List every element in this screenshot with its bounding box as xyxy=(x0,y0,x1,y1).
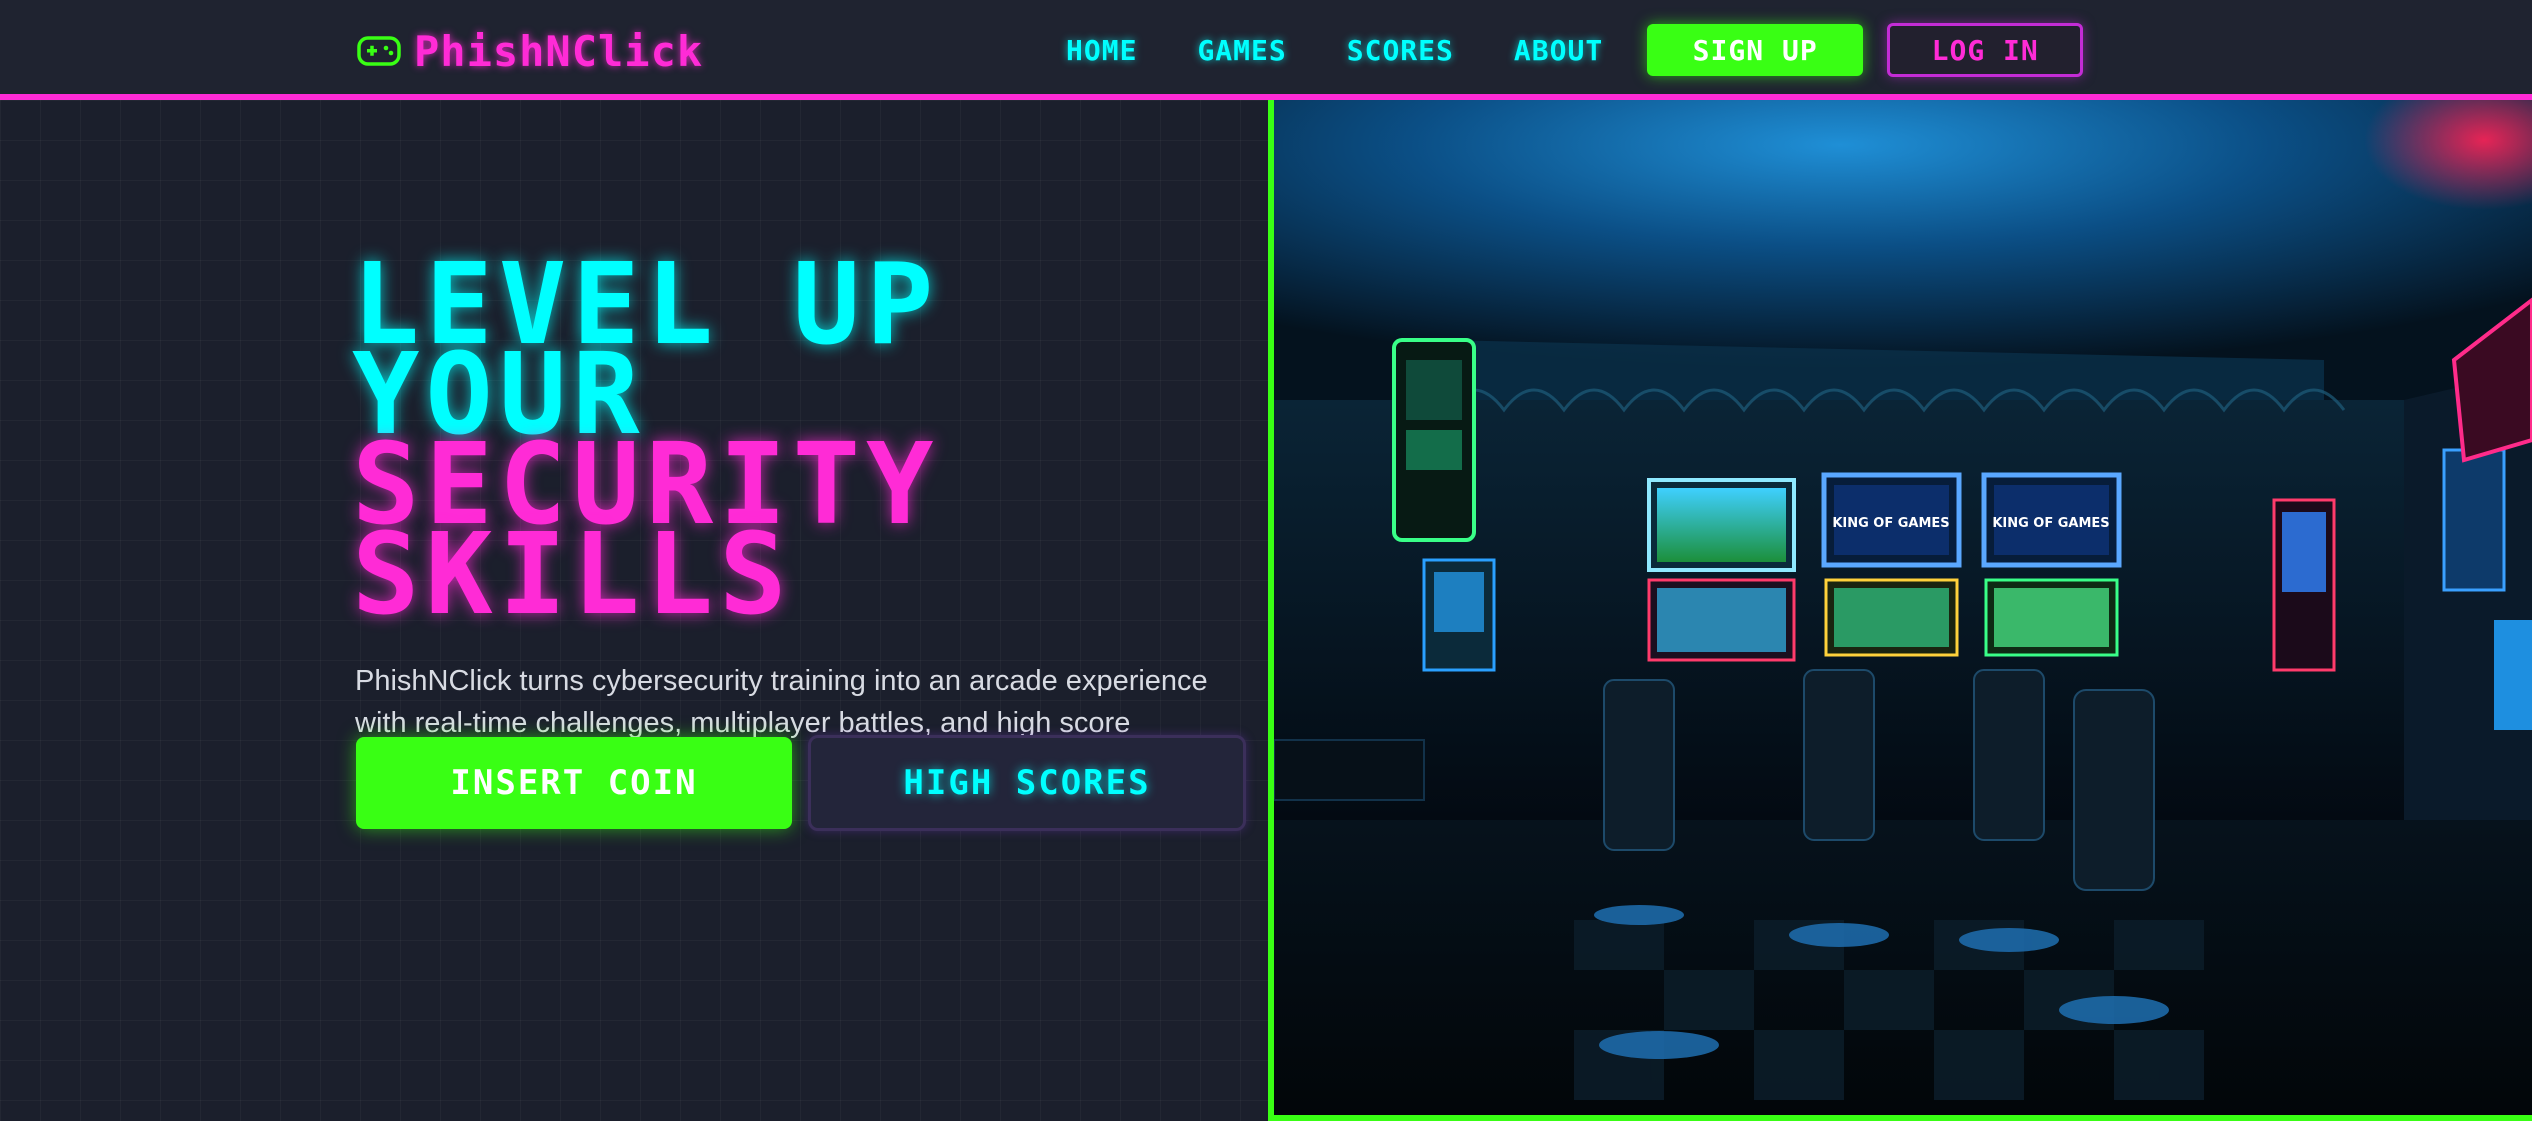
nav-link-games[interactable]: GAMES xyxy=(1197,34,1286,67)
hero-text-panel: LEVEL UP YOUR SECURITY SKILLS PhishNClic… xyxy=(0,100,1268,1121)
navbar: PhishNClick HOME GAMES SCORES ABOUT SIGN… xyxy=(0,0,2532,100)
center-arcade-cabinets: KING OF GAMES KING OF GAMES xyxy=(1647,472,2122,662)
landing-page: PhishNClick HOME GAMES SCORES ABOUT SIGN… xyxy=(0,0,2532,1121)
hero-headline: LEVEL UP YOUR SECURITY SKILLS xyxy=(352,249,1252,631)
log-in-button[interactable]: LOG IN xyxy=(1887,23,2084,77)
nav-link-about[interactable]: ABOUT xyxy=(1514,34,1603,67)
cabinet-screen-text: KING OF GAMES xyxy=(1832,516,1949,531)
cabinet-screen-text: KING OF GAMES xyxy=(1992,516,2109,531)
insert-coin-button[interactable]: INSERT COIN xyxy=(356,737,792,829)
high-scores-button[interactable]: HIGH SCORES xyxy=(808,735,1246,831)
arcade-room-illustration: KING OF GAMES KING OF GAMES xyxy=(1274,100,2532,1115)
nav-link-home[interactable]: HOME xyxy=(1066,34,1137,67)
sign-up-button[interactable]: SIGN UP xyxy=(1647,24,1864,76)
brand-name: PhishNClick xyxy=(414,26,704,76)
gamepad-icon xyxy=(357,36,401,66)
hero-image: KING OF GAMES KING OF GAMES xyxy=(1268,100,2532,1121)
nav-menu: HOME GAMES SCORES ABOUT SIGN UP LOG IN xyxy=(1066,23,2084,77)
brand-logo[interactable]: PhishNClick xyxy=(356,24,703,78)
nav-link-scores[interactable]: SCORES xyxy=(1347,34,1454,67)
